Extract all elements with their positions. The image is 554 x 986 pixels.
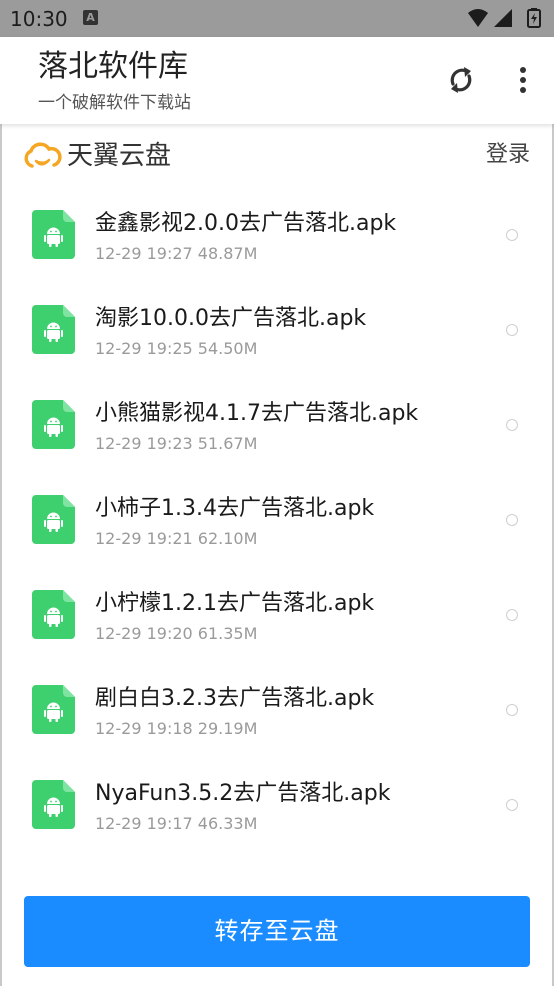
android-apk-icon (32, 305, 75, 354)
file-name: 小熊猫影视4.1.7去广告落北.apk (95, 401, 419, 426)
cloud-icon (24, 142, 62, 168)
file-select-radio[interactable] (506, 609, 518, 621)
android-apk-icon (32, 685, 75, 734)
file-select-radio[interactable] (506, 229, 518, 241)
file-list: 金鑫影视2.0.0去广告落北.apk 12-29 19:27 48.87M 淘影… (0, 188, 554, 853)
battery-icon (527, 8, 541, 28)
file-select-radio[interactable] (506, 799, 518, 811)
android-apk-icon (32, 780, 75, 829)
more-vert-icon[interactable] (510, 66, 536, 96)
android-apk-icon (32, 400, 75, 449)
file-name: 淘影10.0.0去广告落北.apk (95, 306, 367, 331)
cloud-logo: 天翼云盘 (22, 138, 171, 174)
android-apk-icon (32, 210, 75, 259)
android-apk-icon (32, 590, 75, 639)
cloud-provider-name: 天翼云盘 (67, 141, 172, 171)
file-meta: 12-29 19:21 62.10M (95, 529, 258, 548)
file-meta: 12-29 19:17 46.33M (95, 814, 258, 833)
file-meta: 12-29 19:23 51.67M (95, 434, 258, 453)
file-item[interactable]: 小熊猫影视4.1.7去广告落北.apk 12-29 19:23 51.67M (0, 378, 554, 473)
notification-a-icon: A (83, 10, 98, 25)
file-meta: 12-29 19:18 29.19M (95, 719, 258, 738)
file-item[interactable]: 小柿子1.3.4去广告落北.apk 12-29 19:21 62.10M (0, 473, 554, 568)
android-apk-icon (32, 495, 75, 544)
screen: 10:30 A 落北软件库 一个破解软件下载站 天翼云盘 登录 金鑫影视2.0.… (0, 0, 554, 986)
save-to-cloud-button[interactable]: 转存至云盘 (24, 896, 530, 967)
file-name: 小柿子1.3.4去广告落北.apk (95, 496, 375, 521)
status-bar: 10:30 A (0, 0, 554, 37)
file-item[interactable]: 剧白白3.2.3去广告落北.apk 12-29 19:18 29.19M (0, 663, 554, 758)
file-name: 小柠檬1.2.1去广告落北.apk (95, 591, 375, 616)
login-link[interactable]: 登录 (486, 138, 530, 172)
file-item[interactable]: 小柠檬1.2.1去广告落北.apk 12-29 19:20 61.35M (0, 568, 554, 663)
status-time: 10:30 (10, 7, 68, 31)
app-subtitle: 一个破解软件下载站 (38, 93, 191, 113)
file-select-radio[interactable] (506, 514, 518, 526)
refresh-icon[interactable] (444, 63, 478, 97)
cloud-header: 天翼云盘 登录 (0, 124, 554, 190)
signal-icon (494, 9, 512, 27)
file-name: NyaFun3.5.2去广告落北.apk (95, 781, 391, 806)
file-name: 剧白白3.2.3去广告落北.apk (95, 686, 375, 711)
wifi-icon (468, 9, 488, 27)
app-bar: 落北软件库 一个破解软件下载站 (0, 37, 554, 124)
file-select-radio[interactable] (506, 324, 518, 336)
app-title: 落北软件库 (38, 49, 188, 84)
file-meta: 12-29 19:27 48.87M (95, 244, 258, 263)
file-meta: 12-29 19:25 54.50M (95, 339, 258, 358)
file-name: 金鑫影视2.0.0去广告落北.apk (95, 211, 397, 236)
file-select-radio[interactable] (506, 419, 518, 431)
file-select-radio[interactable] (506, 704, 518, 716)
status-icons (466, 8, 546, 28)
file-item[interactable]: NyaFun3.5.2去广告落北.apk 12-29 19:17 46.33M (0, 758, 554, 853)
file-meta: 12-29 19:20 61.35M (95, 624, 258, 643)
file-item[interactable]: 淘影10.0.0去广告落北.apk 12-29 19:25 54.50M (0, 283, 554, 378)
file-item[interactable]: 金鑫影视2.0.0去广告落北.apk 12-29 19:27 48.87M (0, 188, 554, 283)
